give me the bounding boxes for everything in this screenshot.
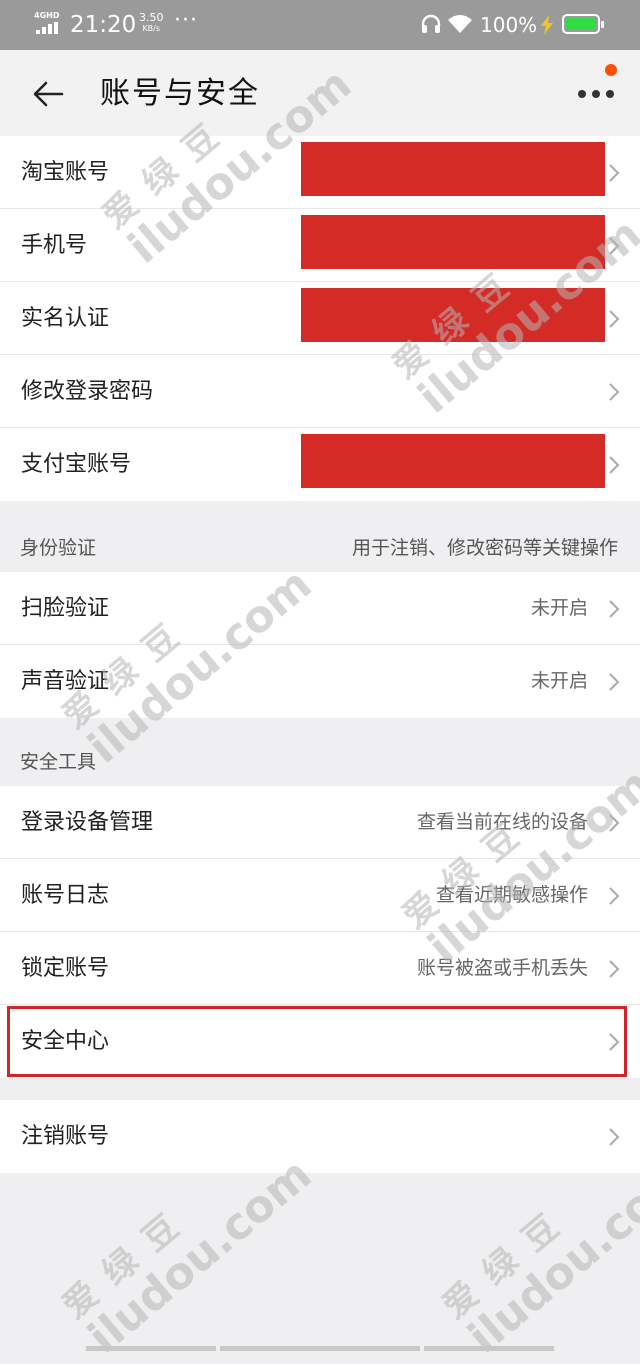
chevron-right-icon [609,456,620,474]
redacted-value [301,215,605,269]
row-label: 实名认证 [21,306,110,331]
row-label: 注销账号 [21,1124,110,1149]
headset-icon [421,14,441,33]
watermark-en: iludou.com [78,1148,322,1364]
watermark-en: iludou.com [458,1148,640,1364]
chevron-right-icon [609,383,620,401]
network-type: 4GHD [34,11,60,20]
row-account-log[interactable]: 账号日志 查看近期敏感操作 [0,859,640,932]
redacted-value [301,434,605,488]
row-alipay-account[interactable]: 支付宝账号 [0,428,640,501]
cancel-account-group: 注销账号 [0,1100,640,1173]
page-title: 账号与安全 [100,76,260,111]
chevron-right-icon [609,960,620,978]
security-tools-group: 登录设备管理 查看当前在线的设备 账号日志 查看近期敏感操作 锁定账号 账号被盗… [0,786,640,1078]
redacted-value [301,288,605,342]
row-label: 锁定账号 [21,956,110,981]
status-bar: 4GHD 21:20 3.50 KB/s ··· 100% [0,0,640,50]
network-speed: 3.50 KB/s [139,12,164,34]
more-menu-icon[interactable] [576,86,616,100]
row-label: 账号日志 [21,883,110,908]
row-status: 未开启 [530,597,588,619]
wifi-icon [448,15,472,33]
identity-verification-group: 扫脸验证 未开启 声音验证 未开启 [0,572,640,718]
back-arrow-icon[interactable] [30,76,66,112]
chevron-right-icon [609,1033,620,1051]
row-label: 支付宝账号 [21,452,132,477]
redacted-value [301,142,605,196]
row-label: 声音验证 [21,669,110,694]
chevron-right-icon [609,887,620,905]
row-label: 淘宝账号 [21,160,110,185]
app-header: 账号与安全 [0,50,640,136]
row-taobao-account[interactable]: 淘宝账号 [0,136,640,209]
row-status: 未开启 [530,670,588,692]
more-notifications-icon: ··· [174,8,198,33]
row-label: 安全中心 [21,1029,110,1054]
chevron-right-icon [609,237,620,255]
chevron-right-icon [609,814,620,832]
chevron-right-icon [609,600,620,618]
battery-icon [562,14,604,34]
row-login-device-management[interactable]: 登录设备管理 查看当前在线的设备 [0,786,640,859]
row-hint: 查看当前在线的设备 [416,811,588,833]
row-phone-number[interactable]: 手机号 [0,209,640,282]
row-face-verification[interactable]: 扫脸验证 未开启 [0,572,640,645]
nav-bar-segment[interactable] [424,1346,554,1351]
row-hint: 查看近期敏感操作 [435,884,588,906]
row-label: 修改登录密码 [21,379,154,404]
row-security-center[interactable]: 安全中心 [0,1005,640,1078]
signal-icon [36,22,58,34]
nav-bar-segment[interactable] [86,1346,216,1351]
row-cancel-account[interactable]: 注销账号 [0,1100,640,1173]
notification-badge [605,64,617,76]
chevron-right-icon [609,1128,620,1146]
battery-level [566,18,596,30]
row-real-name-verification[interactable]: 实名认证 [0,282,640,355]
row-lock-account[interactable]: 锁定账号 账号被盗或手机丢失 [0,932,640,1005]
row-label: 手机号 [21,233,88,258]
status-time: 21:20 [70,12,137,38]
row-hint: 账号被盗或手机丢失 [416,957,588,979]
chevron-right-icon [609,310,620,328]
nav-bar-segment[interactable] [220,1346,420,1351]
row-voice-verification[interactable]: 声音验证 未开启 [0,645,640,718]
row-change-password[interactable]: 修改登录密码 [0,355,640,428]
account-info-group: 淘宝账号 手机号 实名认证 修改登录密码 支付宝账号 [0,136,640,501]
row-label: 扫脸验证 [21,596,110,621]
chevron-right-icon [609,673,620,691]
network-speed-unit: KB/s [142,24,161,33]
row-label: 登录设备管理 [21,810,154,835]
battery-percent: 100% [480,13,538,37]
charging-icon [541,15,553,35]
chevron-right-icon [609,164,620,182]
